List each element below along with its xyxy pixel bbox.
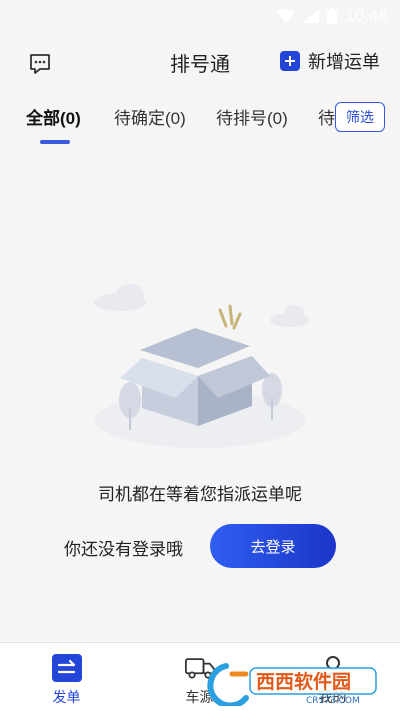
tab-pending-confirm[interactable]: 待确定(0): [114, 104, 186, 129]
plus-icon: [280, 51, 300, 71]
header: 排号通 新增运单: [0, 36, 400, 86]
empty-state-message: 司机都在等着您指派运单呢: [98, 485, 302, 504]
tab-indicator: [40, 140, 70, 144]
nav-send-order[interactable]: 发单: [0, 643, 133, 711]
status-time: 10:46: [345, 6, 388, 25]
add-order-button[interactable]: 新增运单: [280, 48, 380, 74]
tab-more[interactable]: 待: [318, 104, 335, 129]
filter-button[interactable]: 筛选: [335, 102, 385, 132]
svg-text:西西软件园: 西西软件园: [256, 670, 351, 693]
send-order-icon: [51, 654, 82, 682]
nav-label-send-order: 发单: [52, 689, 81, 705]
message-icon[interactable]: [28, 52, 54, 76]
login-button[interactable]: 去登录: [210, 524, 336, 568]
watermark-logo: 西西软件园 CR173.COM: [207, 663, 377, 706]
login-hint: 你还没有登录哦: [64, 540, 183, 559]
tab-all[interactable]: 全部(0): [26, 104, 81, 129]
signal-icon: [303, 9, 320, 23]
battery-icon: [327, 8, 338, 24]
wifi-icon: [277, 9, 296, 23]
svg-text:CR173.COM: CR173.COM: [306, 696, 360, 706]
status-bar: 10:46: [0, 0, 400, 32]
add-order-label: 新增运单: [308, 52, 380, 72]
empty-box-illustration: [94, 284, 310, 448]
tab-pending-queue[interactable]: 待排号(0): [216, 104, 288, 129]
